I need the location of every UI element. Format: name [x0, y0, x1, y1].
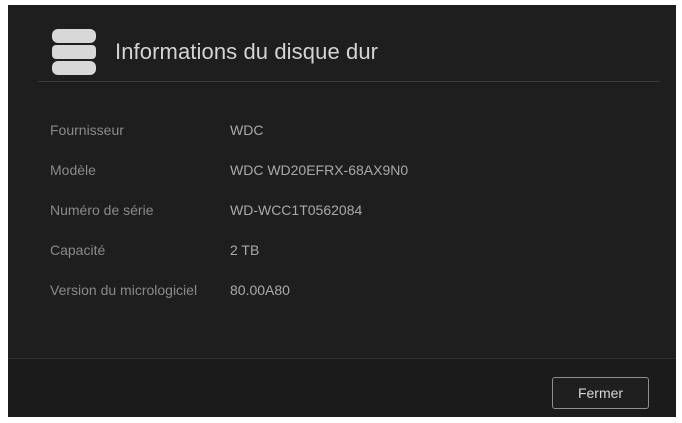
dialog-title: Informations du disque dur	[115, 39, 379, 64]
vendor-label: Fournisseur	[50, 122, 124, 138]
firmware-version-value: 80.00A80	[230, 282, 290, 298]
capacity-label: Capacité	[50, 242, 106, 258]
serial-number-value: WD-WCC1T0562084	[230, 202, 363, 218]
capacity-value: 2 TB	[230, 242, 260, 258]
model-label: Modèle	[50, 162, 96, 178]
hard-drive-info-dialog: Informations du disque dur Fournisseur W…	[8, 5, 676, 417]
title-divider	[38, 81, 660, 82]
serial-number-label: Numéro de série	[50, 202, 154, 218]
dialog-header: Informations du disque dur	[8, 5, 676, 83]
model-value: WDC WD20EFRX-68AX9N0	[230, 162, 409, 178]
dialog-footer: Fermer	[8, 359, 676, 417]
disk-stack-icon	[52, 29, 96, 75]
vendor-value: WDC	[230, 122, 264, 138]
close-button[interactable]: Fermer	[552, 377, 649, 409]
firmware-version-label: Version du micrologiciel	[50, 282, 198, 298]
